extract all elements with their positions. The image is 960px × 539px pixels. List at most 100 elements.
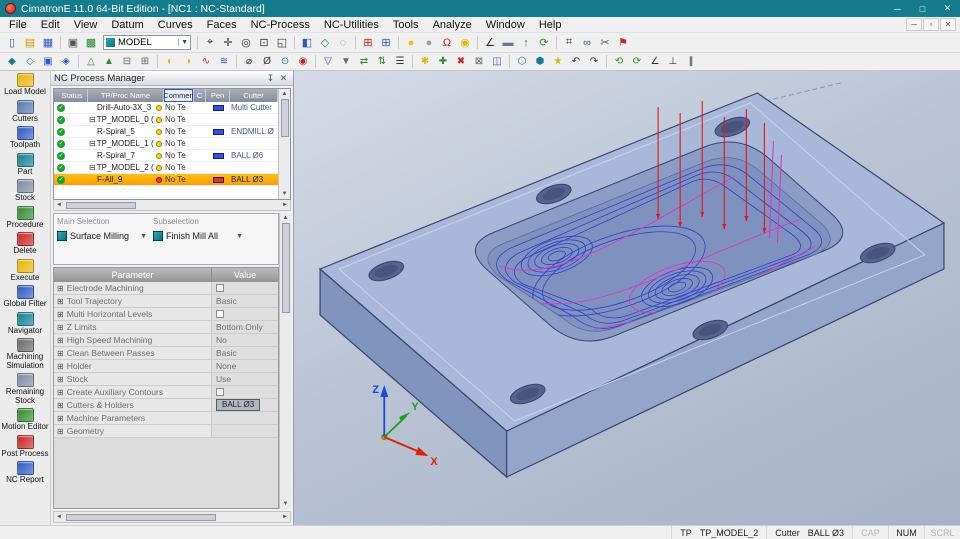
close-button[interactable]: ✕: [935, 0, 960, 17]
settings-icon[interactable]: ✱: [416, 54, 434, 69]
parameter-row[interactable]: ⊞ Electrode Machining: [54, 282, 278, 295]
light-off-icon[interactable]: ●: [420, 35, 438, 51]
checkbox[interactable]: [216, 388, 224, 396]
delete-icon[interactable]: ✖: [452, 54, 470, 69]
hex-icon[interactable]: ⬡: [513, 54, 531, 69]
wave-icon[interactable]: ∿: [197, 54, 215, 69]
parameter-row[interactable]: ⊞ Cutters & Holders BALL Ø3: [54, 399, 278, 412]
scroll-thumb[interactable]: [66, 201, 136, 209]
simulate-icon[interactable]: ◆: [3, 54, 21, 69]
select-icon[interactable]: ⌖: [201, 35, 219, 51]
minimize-button[interactable]: ─: [885, 0, 910, 17]
subselection-dropdown[interactable]: Finish Mill All ▼: [153, 231, 249, 241]
tree-expand-icon[interactable]: ⊞: [57, 427, 64, 436]
sidebar-item-motion-editor[interactable]: Motion Editor: [0, 407, 50, 434]
menu-nc-process[interactable]: NC-Process: [244, 17, 317, 32]
process-row[interactable]: ✓ R-Spiral_7 No Te BALL Ø6: [54, 150, 278, 162]
menu-curves[interactable]: Curves: [151, 17, 200, 32]
link-icon[interactable]: ∞: [578, 35, 596, 51]
sidebar-item-machining-simulation[interactable]: Machining Simulation: [0, 337, 50, 372]
tree-expand-icon[interactable]: ⊞: [57, 336, 64, 345]
parameter-row[interactable]: ⊞ Create Auxiliary Contours: [54, 386, 278, 399]
main-selection-dropdown[interactable]: Surface Milling ▼: [57, 231, 153, 241]
scissors-icon[interactable]: ✂: [596, 35, 614, 51]
tree-collapse-icon[interactable]: ⊟: [89, 163, 96, 172]
halfmoon-icon[interactable]: ◐: [161, 54, 179, 69]
sidebar-item-toolpath[interactable]: Toolpath: [0, 125, 50, 152]
window-icon[interactable]: ◫: [488, 54, 506, 69]
tree-expand-icon[interactable]: ⊞: [57, 401, 64, 410]
column-header-status[interactable]: Status: [54, 89, 88, 102]
sidebar-item-delete[interactable]: Delete: [0, 231, 50, 258]
scroll-down-icon[interactable]: ▼: [279, 189, 290, 199]
target-icon[interactable]: ⊙: [276, 54, 294, 69]
pdm-icon[interactable]: ▩: [82, 35, 100, 51]
zoom-window-icon[interactable]: ⊡: [255, 35, 273, 51]
sidebar-item-remaining-stock[interactable]: Remaining Stock: [0, 372, 50, 407]
process-row[interactable]: ✓ Drill-Auto-3X_3 No Te Multi Cutter: [54, 102, 278, 114]
light-on-icon[interactable]: ●: [402, 35, 420, 51]
down-tri-icon[interactable]: ▽: [319, 54, 337, 69]
viewport-3d[interactable]: Z Y X: [294, 71, 960, 525]
tool-icon[interactable]: △: [82, 54, 100, 69]
hidden-line-icon[interactable]: ◌: [334, 35, 352, 51]
menu-analyze[interactable]: Analyze: [426, 17, 479, 32]
column-header-c[interactable]: C: [194, 89, 206, 102]
scroll-left-icon[interactable]: ◄: [54, 512, 64, 522]
scroll-left-icon[interactable]: ◄: [54, 200, 64, 210]
wireframe-view-icon[interactable]: ◇: [316, 35, 334, 51]
parameter-row[interactable]: ⊞ Stock Use: [54, 373, 278, 386]
open-file-icon[interactable]: ▤: [21, 35, 39, 51]
new-file-icon[interactable]: ▯: [3, 35, 21, 51]
fit-view-icon[interactable]: ◱: [273, 35, 291, 51]
ruler-icon[interactable]: ▬: [499, 35, 517, 51]
menu-help[interactable]: Help: [532, 17, 569, 32]
grid-blue-icon[interactable]: ⊞: [377, 35, 395, 51]
panel-vertical-scrollbar[interactable]: ▲ ▼: [279, 213, 291, 509]
stock-icon[interactable]: ◈: [57, 54, 75, 69]
layers-icon[interactable]: ☰: [391, 54, 409, 69]
menu-datum[interactable]: Datum: [104, 17, 150, 32]
parameter-row[interactable]: ⊞ Geometry: [54, 425, 278, 438]
collapse-icon[interactable]: ⊟: [118, 54, 136, 69]
scroll-right-icon[interactable]: ►: [280, 512, 290, 522]
parameter-row[interactable]: ⊞ Clean Between Passes Basic: [54, 347, 278, 360]
swap-h-icon[interactable]: ⇄: [355, 54, 373, 69]
parameter-row[interactable]: ⊞ High Speed Machining No: [54, 334, 278, 347]
scroll-down-icon[interactable]: ▼: [280, 499, 291, 509]
perpendicular-icon[interactable]: ⊥: [664, 54, 682, 69]
axis-icon[interactable]: Ø: [258, 54, 276, 69]
sidebar-item-post-process[interactable]: Post Process: [0, 434, 50, 461]
process-row[interactable]: ✓ F-All_9 No Te BALL Ø3: [54, 174, 278, 186]
process-horizontal-scrollbar[interactable]: ◄ ►: [53, 200, 291, 211]
tree-expand-icon[interactable]: ⊞: [57, 284, 64, 293]
cutter-value-button[interactable]: BALL Ø3: [216, 399, 261, 411]
add-icon[interactable]: ✚: [434, 54, 452, 69]
column-header-cutter[interactable]: Cutter: [230, 89, 278, 102]
scroll-up-icon[interactable]: ▲: [280, 213, 291, 223]
verify-icon[interactable]: ◇: [21, 54, 39, 69]
refresh-icon[interactable]: ⟳: [535, 35, 553, 51]
angle-icon[interactable]: ∠: [646, 54, 664, 69]
scroll-thumb[interactable]: [280, 99, 289, 137]
zoom-icon[interactable]: ◎: [237, 35, 255, 51]
tree-collapse-icon[interactable]: ⊟: [89, 115, 96, 124]
tree-expand-icon[interactable]: ⊞: [57, 375, 64, 384]
machine-icon[interactable]: ▣: [39, 54, 57, 69]
snap-grid-icon[interactable]: ⌗: [560, 35, 578, 51]
tree-expand-icon[interactable]: ⊞: [57, 362, 64, 371]
grid-red-icon[interactable]: ⊞: [359, 35, 377, 51]
parallel-icon[interactable]: ∥: [682, 54, 700, 69]
menu-nc-utilities[interactable]: NC-Utilities: [317, 17, 386, 32]
pin-icon[interactable]: ↧: [264, 73, 277, 84]
hex-solid-icon[interactable]: ⬢: [531, 54, 549, 69]
sidebar-item-cutters[interactable]: Cutters: [0, 99, 50, 126]
box-x-icon[interactable]: ⊠: [470, 54, 488, 69]
sidebar-item-part[interactable]: Part: [0, 152, 50, 179]
shaded-view-icon[interactable]: ◧: [298, 35, 316, 51]
mdi-close-icon[interactable]: ✕: [940, 18, 956, 31]
scroll-thumb[interactable]: [66, 513, 216, 521]
process-row[interactable]: ✓ ⊟ TP_MODEL_1 (No Te: [54, 138, 278, 150]
flag-icon[interactable]: ⚑: [614, 35, 632, 51]
sidebar-item-execute[interactable]: Execute: [0, 258, 50, 285]
